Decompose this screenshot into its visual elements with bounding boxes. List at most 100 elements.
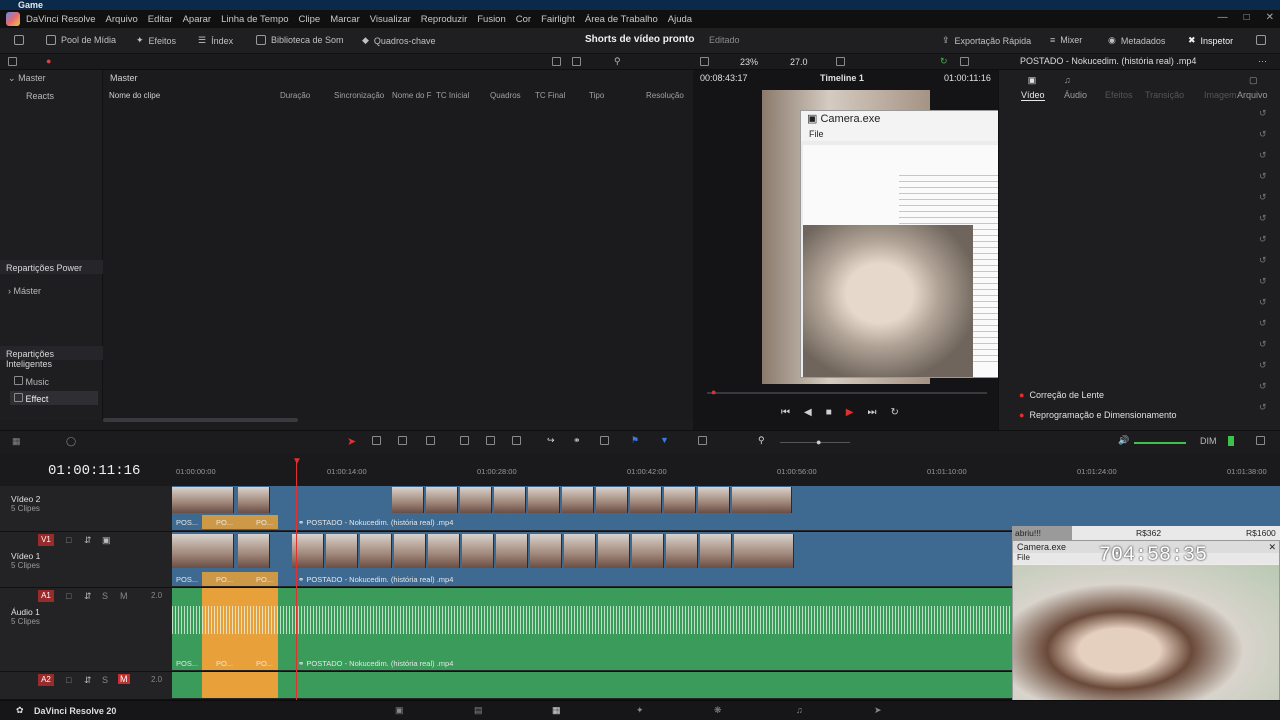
reset-icon[interactable]: ↺ <box>1259 171 1267 182</box>
snapping-icon[interactable]: ↪ <box>547 435 555 446</box>
record-icon[interactable]: ● <box>46 56 51 66</box>
menu-cor[interactable]: Cor <box>516 14 531 25</box>
index-button[interactable]: ☰ Índex <box>198 35 233 46</box>
reset-icon[interactable]: ↺ <box>1259 108 1267 119</box>
solo-button[interactable]: S <box>102 675 108 685</box>
track-id-a2[interactable]: A2 <box>38 674 54 686</box>
reset-icon[interactable]: ↺ <box>1259 255 1267 266</box>
view-grid-icon[interactable] <box>572 57 581 68</box>
streamer-camera-close-icon[interactable]: ✕ <box>1268 541 1276 553</box>
reset-icon[interactable]: ↺ <box>1259 192 1267 203</box>
skip-start-icon[interactable]: ⏮ <box>781 407 790 418</box>
inspector-button[interactable]: ✖ Inspetor <box>1188 35 1233 46</box>
menu-marcar[interactable]: Marcar <box>330 14 360 25</box>
col-tc-end[interactable]: TC Final <box>535 91 565 100</box>
dim-button[interactable]: DIM <box>1200 436 1217 446</box>
search-icon[interactable]: ⚲ <box>614 56 621 67</box>
volume-slider[interactable] <box>1134 442 1186 444</box>
bin-master[interactable]: ⌄ Master <box>8 73 46 84</box>
zoom-value[interactable]: 23% <box>740 57 758 67</box>
overwrite-clip-icon[interactable] <box>486 436 495 447</box>
tab-audio[interactable]: Áudio <box>1064 90 1087 100</box>
tab-video[interactable]: Vídeo <box>1021 90 1045 101</box>
media-page-icon[interactable]: ▣ <box>395 705 404 716</box>
col-duration[interactable]: Duração <box>280 91 310 100</box>
aspect-icon[interactable] <box>836 57 845 68</box>
mute-button-active[interactable]: M <box>118 674 130 684</box>
menu-clipe[interactable]: Clipe <box>299 14 321 25</box>
track-name[interactable]: Vídeo 2 <box>11 494 40 504</box>
reset-icon[interactable]: ↺ <box>1259 339 1267 350</box>
auto-select-icon[interactable]: ⇵ <box>84 675 92 686</box>
keyframes-button[interactable]: ◆ Quadros-chave <box>362 35 435 46</box>
power-bin-master[interactable]: › Máster <box>8 286 41 296</box>
selected-audio-clip[interactable] <box>202 672 278 698</box>
smart-bin-music[interactable]: Music <box>14 376 49 387</box>
reset-icon[interactable]: ↺ <box>1259 402 1267 413</box>
reset-icon[interactable]: ↺ <box>1259 234 1267 245</box>
zoom-fit-icon[interactable] <box>698 436 707 447</box>
link-icon[interactable]: ⚭ <box>573 435 581 446</box>
reset-icon[interactable]: ↺ <box>1259 360 1267 371</box>
reset-icon[interactable]: ↺ <box>1259 213 1267 224</box>
smart-bin-effect[interactable]: Effect <box>10 391 98 405</box>
lock-icon[interactable]: □ <box>66 535 71 545</box>
lock-icon[interactable]: □ <box>66 675 71 685</box>
stop-icon[interactable]: ■ <box>826 407 832 418</box>
tab-video-icon[interactable]: ▣ <box>1021 75 1043 86</box>
scrubber-track[interactable] <box>707 392 987 394</box>
panel-toggle-button[interactable] <box>14 35 24 45</box>
col-file-name[interactable]: Nome do F <box>392 91 432 100</box>
step-back-icon[interactable]: ◀ <box>804 407 812 418</box>
reset-icon[interactable]: ↺ <box>1259 276 1267 287</box>
inspector-retime-scale[interactable]: ● Reprogramação e Dimensionamento <box>999 407 1249 425</box>
reset-icon[interactable]: ↺ <box>1259 129 1267 140</box>
quick-export-button[interactable]: ⇪ Exportação Rápida <box>942 35 1031 46</box>
close-icon[interactable]: ✕ <box>1266 12 1274 23</box>
timeline-options-icon[interactable] <box>1256 436 1265 447</box>
reset-icon[interactable]: ↺ <box>1259 318 1267 329</box>
replace-clip-icon[interactable] <box>512 436 521 447</box>
marker-icon[interactable]: ▼ <box>660 435 669 445</box>
edit-page-icon[interactable]: ▦ <box>552 705 561 716</box>
reset-icon[interactable]: ↺ <box>1259 150 1267 161</box>
menu-linha-de-tempo[interactable]: Linha de Tempo <box>221 14 288 25</box>
view-list-icon[interactable] <box>552 57 561 68</box>
cut-page-icon[interactable]: ▤ <box>474 705 483 716</box>
tab-effects[interactable]: Efeitos <box>1105 90 1133 100</box>
color-page-icon[interactable]: ❋ <box>714 705 722 716</box>
flag-icon[interactable]: ⚑ <box>631 435 639 446</box>
zoom-custom-icon[interactable]: ⚲ <box>758 435 765 446</box>
col-frames[interactable]: Quadros <box>490 91 521 100</box>
fps-value[interactable]: 27.0 <box>790 57 808 67</box>
lock-icon[interactable] <box>600 436 609 447</box>
fusion-page-icon[interactable]: ✦ <box>636 705 644 716</box>
track-name[interactable]: Vídeo 1 <box>11 551 40 561</box>
sync-icon[interactable]: ↻ <box>940 56 948 67</box>
blade-tool-icon[interactable] <box>426 436 435 447</box>
tab-audio-icon[interactable]: ♫ <box>1064 75 1071 85</box>
tab-file[interactable]: Arquivo <box>1237 90 1268 100</box>
col-type[interactable]: Tipo <box>589 91 604 100</box>
fullscreen-button[interactable] <box>1256 35 1266 45</box>
col-resolution[interactable]: Resolução <box>646 91 684 100</box>
reset-icon[interactable]: ↺ <box>1259 381 1267 392</box>
menu-arquivo[interactable]: Arquivo <box>106 14 138 25</box>
reset-icon[interactable]: ↺ <box>1259 297 1267 308</box>
deliver-page-icon[interactable]: ➤ <box>874 705 882 716</box>
skip-end-icon[interactable]: ⏭ <box>867 407 876 418</box>
menu-reproduzir[interactable]: Reproduzir <box>421 14 467 25</box>
menu-fusion[interactable]: Fusion <box>477 14 506 25</box>
audio-clip[interactable] <box>172 672 1012 698</box>
bin-reacts[interactable]: Reacts <box>26 91 54 101</box>
col-clip-name[interactable]: Nome do clipe <box>109 91 160 100</box>
more-options-icon[interactable]: ⋯ <box>1258 56 1267 67</box>
menu-aparar[interactable]: Aparar <box>183 14 212 25</box>
speaker-icon[interactable]: 🔊 <box>1118 435 1129 446</box>
menu-ajuda[interactable]: Ajuda <box>668 14 692 25</box>
enable-dot-icon[interactable]: ● <box>1019 390 1024 400</box>
trim-tool-icon[interactable] <box>372 436 381 447</box>
dynamic-trim-icon[interactable] <box>398 436 407 447</box>
auto-select-icon[interactable]: ⇵ <box>84 591 92 602</box>
sound-library-button[interactable]: Biblioteca de Som <box>256 35 344 45</box>
